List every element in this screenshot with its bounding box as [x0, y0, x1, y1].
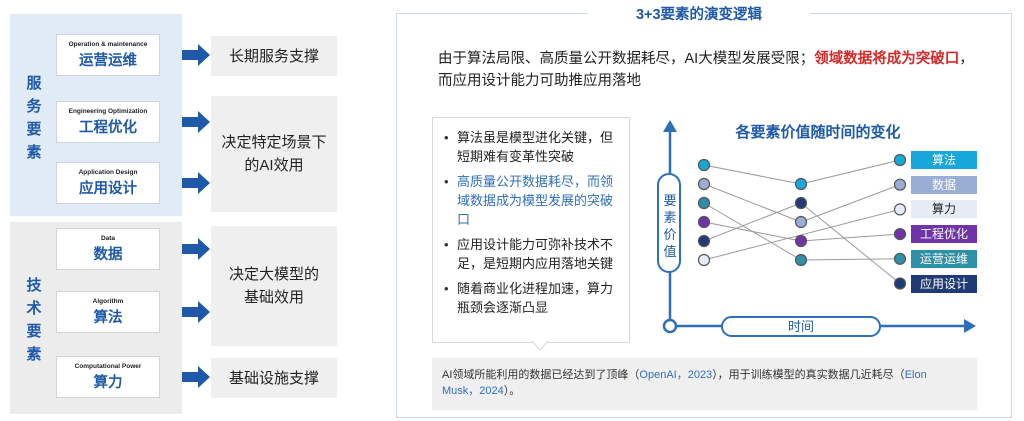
result-long-term-service: 长期服务支撑 [211, 36, 337, 76]
y-axis-label: 要 素 价 值 [663, 193, 677, 259]
summary-text: 由于算法局限、高质量公开数据耗尽，AI大模型发展受限；领域数据将成为突破口，而应… [438, 51, 974, 89]
factor-engineering-optimization: Engineering Optimization 工程优化 [56, 101, 160, 143]
arrow-right-icon [182, 366, 210, 388]
x-axis-label: 时间 [721, 316, 881, 337]
arrow-right-icon [182, 111, 210, 133]
legend-chip: 算力 [911, 200, 977, 219]
arrow-right-icon [182, 238, 210, 260]
factor-algorithm: Algorithm 算法 [56, 291, 160, 333]
arrow-right-icon [182, 301, 210, 323]
result-scenario-ai-utility: 决定特定场景下 的AI效用 [211, 96, 337, 212]
service-factors-label: 服务要素 [26, 75, 42, 161]
legend-chip: 数据 [911, 175, 977, 194]
tech-factors-label: 技术要素 [26, 277, 42, 363]
legend-chip: 工程优化 [911, 225, 977, 244]
list-item: 算法虽是模型进化关键，但短期难有变革性突破 [443, 128, 619, 166]
factor-application-design: Application Design 应用设计 [56, 162, 160, 204]
result-model-base-utility: 决定大模型的 基础效用 [211, 226, 337, 346]
chart-title: 各要素价值随时间的变化 [735, 124, 901, 141]
factor-operation-maintenance: Operation & maintenance 运营运维 [56, 34, 160, 76]
legend-chip: 应用设计 [911, 274, 977, 293]
source-note: AI领域所能利用的数据已经达到了顶峰（OpenAI，2023），用于训练模型的真… [432, 358, 977, 410]
panel-title: 3+3要素的演变逻辑 [588, 4, 810, 26]
factor-computational-power: Computational Power 算力 [56, 356, 160, 398]
arrow-right-icon [182, 44, 210, 66]
list-item: 应用设计能力可弥补技术不足，是短期内应用落地关键 [443, 235, 619, 273]
factor-data: Data 数据 [56, 228, 160, 270]
list-item: 随着商业化进程加速，算力瓶颈会逐渐凸显 [443, 279, 619, 317]
result-infrastructure-support: 基础设施支撑 [211, 358, 337, 398]
legend-chip: 运营运维 [911, 249, 977, 268]
bullet-list: 算法虽是模型进化关键，但短期难有变革性突破 高质量公开数据耗尽，而领域数据成为模… [432, 117, 630, 343]
list-item: 高质量公开数据耗尽，而领域数据成为模型发展的突破口 [443, 172, 619, 229]
arrow-right-icon [182, 172, 210, 194]
legend-chip: 算法 [911, 151, 977, 169]
